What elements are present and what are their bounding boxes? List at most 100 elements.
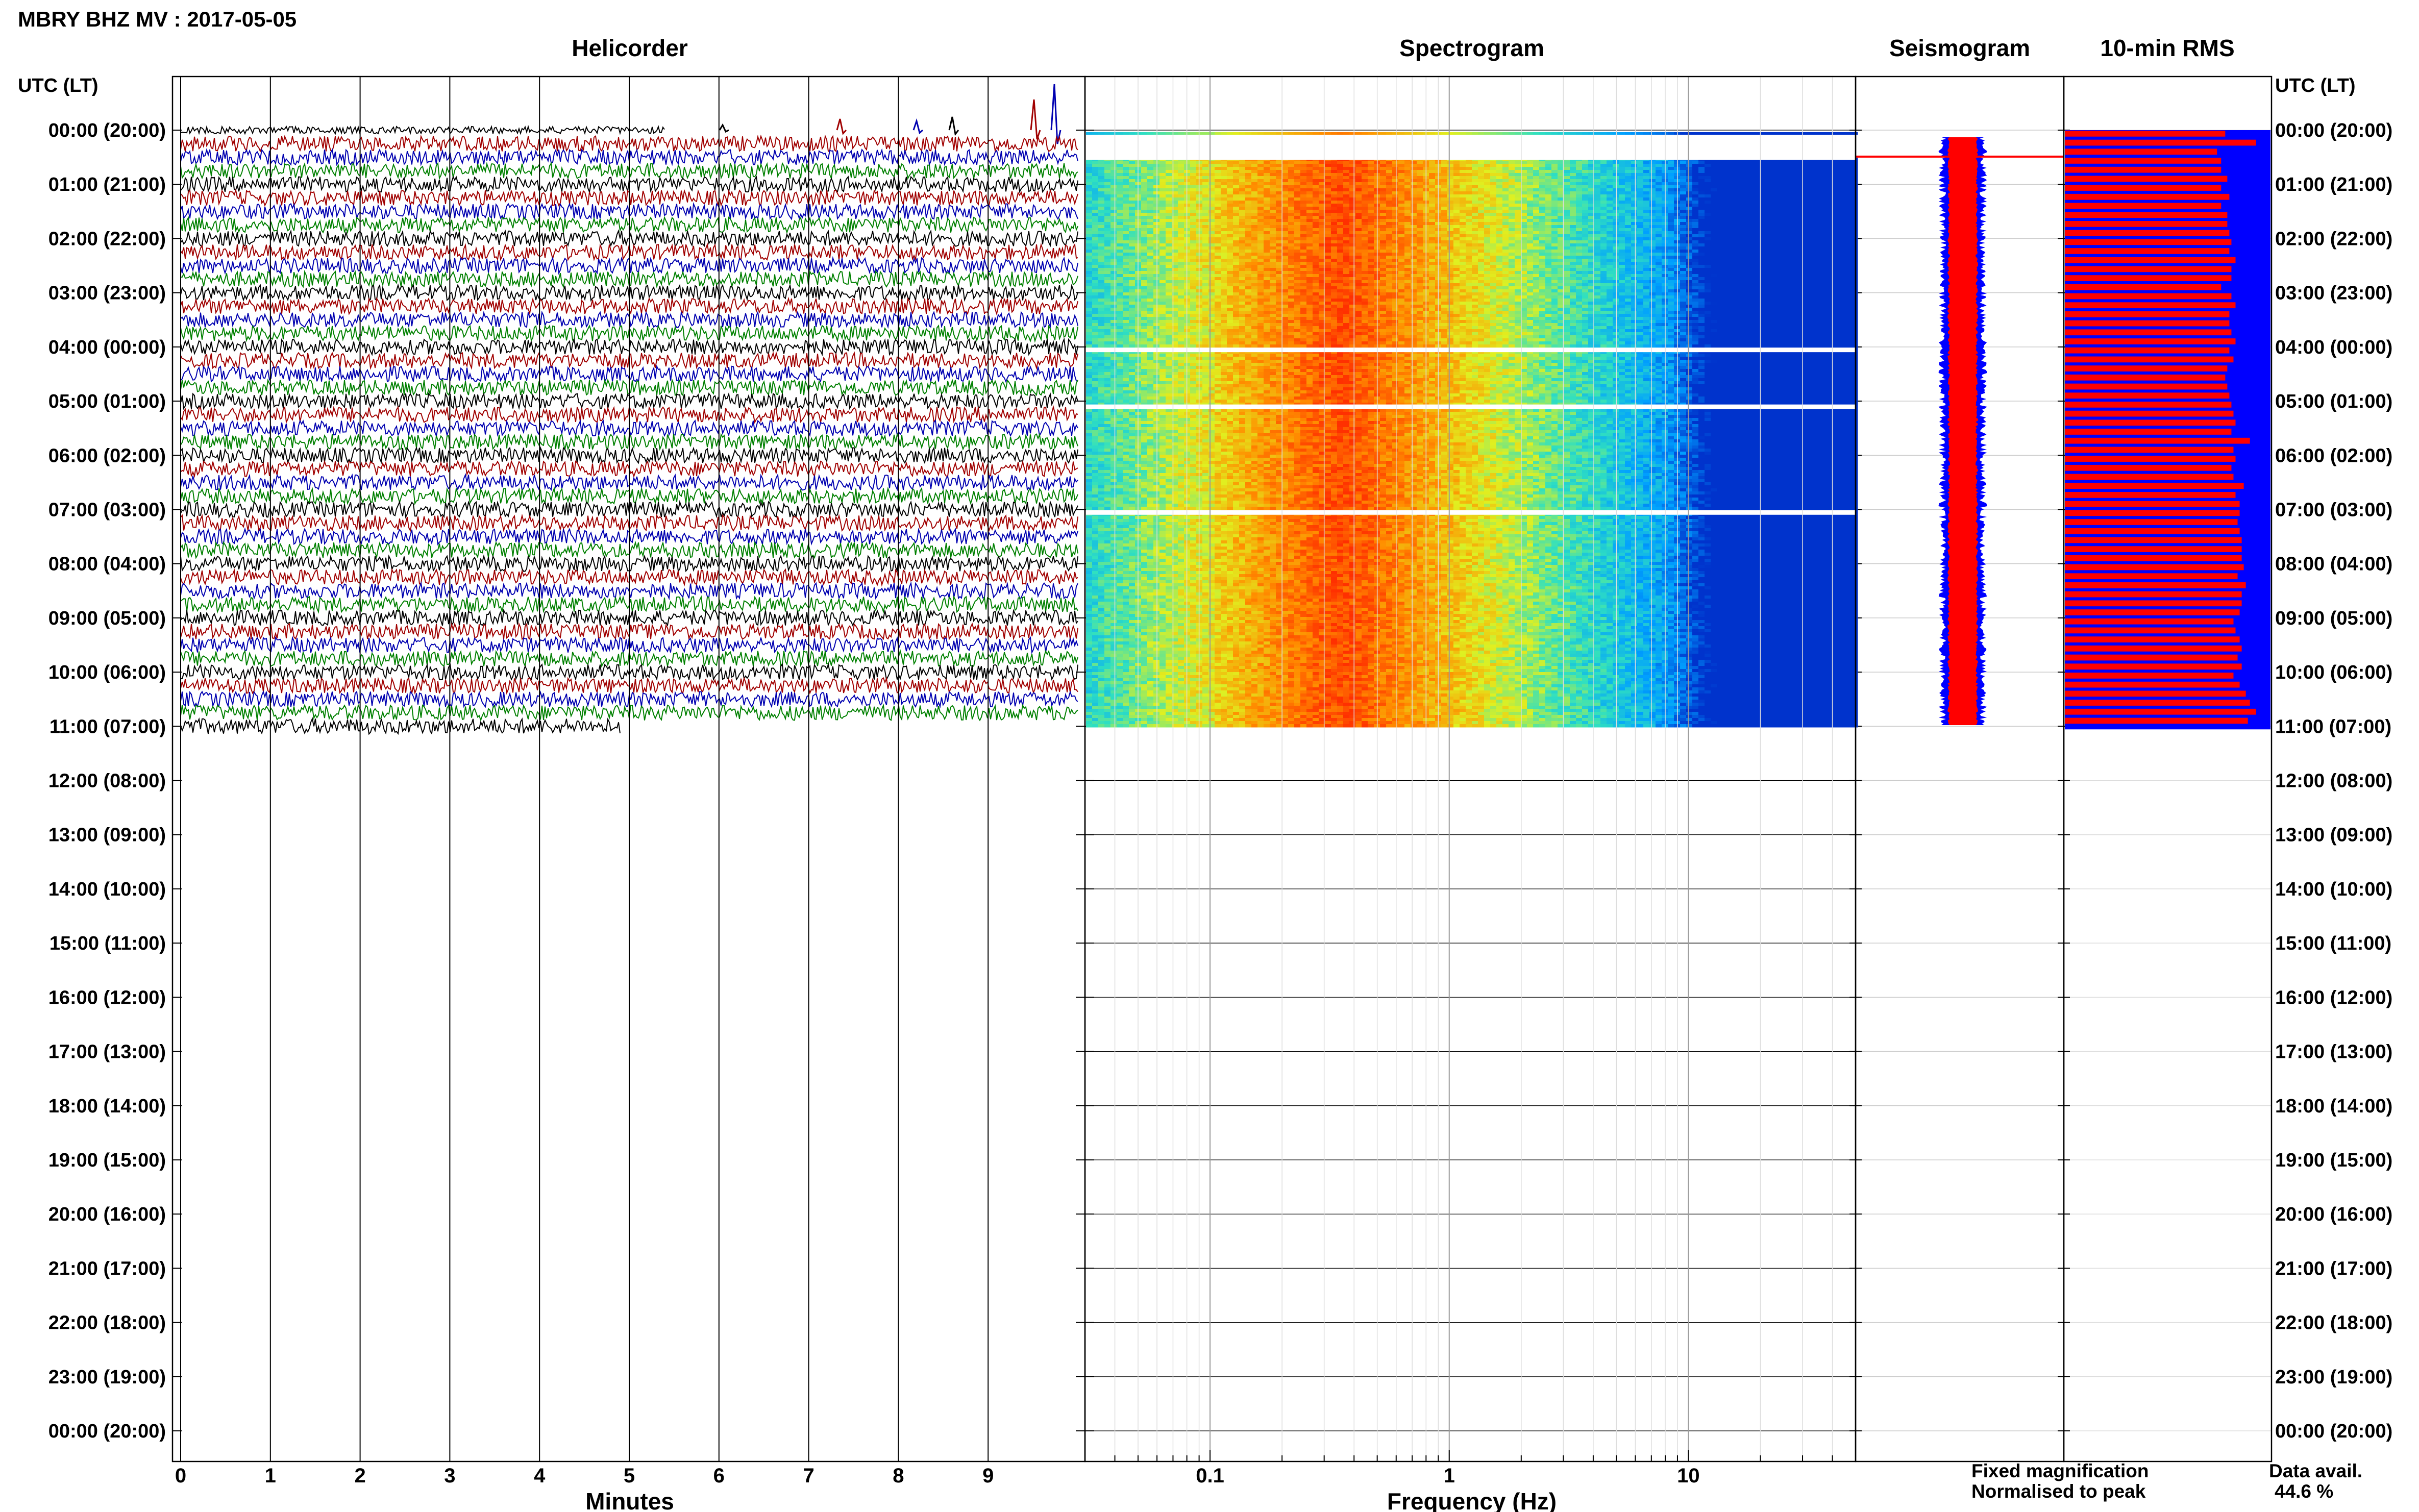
spectrogram-cell: [1147, 213, 1154, 216]
spectrogram-cell: [1594, 243, 1601, 247]
spectrogram-cell: [1362, 194, 1368, 198]
spectrogram-cell: [1441, 176, 1448, 180]
spectrogram-cell: [1417, 191, 1423, 195]
spectrogram-cell: [1478, 250, 1485, 253]
spectrogram-cell: [1680, 176, 1687, 180]
spectrogram-cell: [1723, 185, 1730, 189]
spectrogram-cell: [1729, 246, 1736, 250]
spectrogram-cell: [1178, 194, 1184, 198]
spectrogram-cell: [1466, 194, 1472, 198]
spectrogram-cell: [1784, 253, 1791, 256]
spectrogram-cell: [1705, 225, 1711, 229]
spectrogram-cell: [1288, 228, 1295, 232]
spectrogram-cell: [1300, 204, 1307, 207]
spectrogram-cell: [1141, 234, 1148, 238]
spectrogram-cell: [1570, 176, 1576, 180]
spectrogram-cell: [1637, 207, 1644, 210]
spectrogram-cell: [1545, 201, 1552, 204]
spectrogram-cell: [1190, 222, 1197, 226]
spectrogram-cell: [1117, 237, 1123, 241]
spectrogram-cell: [1282, 167, 1289, 170]
spectrogram-cell: [1227, 213, 1233, 216]
spectrogram-cell: [1264, 231, 1270, 235]
panel-title-helicorder: Helicorder: [572, 35, 688, 61]
spectrogram-cell: [1729, 240, 1736, 244]
spectrogram-cell: [1705, 262, 1711, 265]
spectrogram-cell: [1741, 228, 1748, 232]
spectrogram-cell: [1141, 170, 1148, 173]
spectrogram-cell: [1472, 182, 1478, 186]
spectrogram-cell: [1551, 253, 1558, 256]
spectrogram-cell: [1784, 246, 1791, 250]
spectrogram-cell: [1233, 204, 1240, 207]
spectrogram-cell: [1098, 201, 1105, 204]
spectrogram-cell: [1747, 161, 1754, 164]
spectrogram-cell: [1582, 228, 1589, 232]
spectrogram-cell: [1582, 182, 1589, 186]
spectrogram-cell: [1251, 194, 1258, 198]
spectrogram-cell: [1521, 204, 1527, 207]
spectrogram-cell: [1159, 188, 1166, 192]
spectrogram-cell: [1803, 210, 1809, 213]
spectrogram-cell: [1386, 246, 1393, 250]
spectrogram-cell: [1698, 182, 1705, 186]
spectrogram-cell: [1717, 250, 1723, 253]
spectrogram-cell: [1460, 191, 1466, 195]
spectrogram-cell: [1313, 176, 1319, 180]
spectrogram-cell: [1398, 246, 1405, 250]
spectrogram-cell: [1270, 164, 1276, 167]
spectrogram-cell: [1637, 243, 1644, 247]
spectrogram-cell: [1821, 222, 1828, 226]
spectrogram-cell: [1564, 164, 1570, 167]
spectrogram-cell: [1257, 164, 1264, 167]
spectrogram-cell: [1282, 161, 1289, 164]
spectrogram-cell: [1594, 262, 1601, 265]
spectrogram-cell: [1294, 268, 1301, 271]
spectrogram-cell: [1582, 219, 1589, 222]
spectrogram-cell: [1282, 219, 1289, 222]
spectrogram-cell: [1343, 259, 1350, 262]
spectrogram-cell: [1398, 179, 1405, 183]
spectrogram-cell: [1178, 225, 1184, 229]
spectrogram-cell: [1637, 225, 1644, 229]
spectrogram-cell: [1472, 231, 1478, 235]
spectrogram-cell: [1668, 240, 1674, 244]
spectrogram-cell: [1564, 207, 1570, 210]
spectrogram-cell: [1466, 188, 1472, 192]
spectrogram-cell: [1264, 268, 1270, 271]
spectrogram-cell: [1190, 225, 1197, 229]
spectrogram-cell: [1227, 164, 1233, 167]
spectrogram-cell: [1717, 243, 1723, 247]
spectrogram-cell: [1625, 240, 1632, 244]
spectrogram-cell: [1607, 228, 1613, 232]
spectrogram-cell: [1754, 188, 1760, 192]
spectrogram-cell: [1515, 188, 1521, 192]
spectrogram-cell: [1129, 194, 1136, 198]
spectrogram-cell: [1460, 271, 1466, 275]
spectrogram-cell: [1521, 167, 1527, 170]
spectrogram-cell: [1086, 161, 1093, 164]
spectrogram-cell: [1282, 234, 1289, 238]
spectrogram-cell: [1362, 253, 1368, 256]
spectrogram-cell: [1564, 271, 1570, 275]
spectrogram-cell: [1619, 201, 1625, 204]
spectrogram-cell: [1533, 167, 1540, 170]
spectrogram-cell: [1460, 179, 1466, 183]
spectrogram-cell: [1625, 201, 1632, 204]
spectrogram-cell: [1729, 268, 1736, 271]
spectrogram-cell: [1649, 228, 1656, 232]
spectrogram-cell: [1343, 197, 1350, 201]
spectrogram-cell: [1362, 262, 1368, 265]
spectrogram-cell: [1227, 250, 1233, 253]
spectrogram-cell: [1343, 268, 1350, 271]
spectrogram-cell: [1852, 268, 1858, 271]
spectrogram-cell: [1551, 262, 1558, 265]
spectrogram-cell: [1809, 201, 1815, 204]
spectrogram-cell: [1631, 191, 1638, 195]
spectrogram-cell: [1852, 161, 1858, 164]
spectrogram-cell: [1527, 207, 1534, 210]
spectrogram-cell: [1582, 185, 1589, 189]
spectrogram-cell: [1741, 259, 1748, 262]
spectrogram-cell: [1300, 164, 1307, 167]
spectrogram-cell: [1772, 237, 1779, 241]
